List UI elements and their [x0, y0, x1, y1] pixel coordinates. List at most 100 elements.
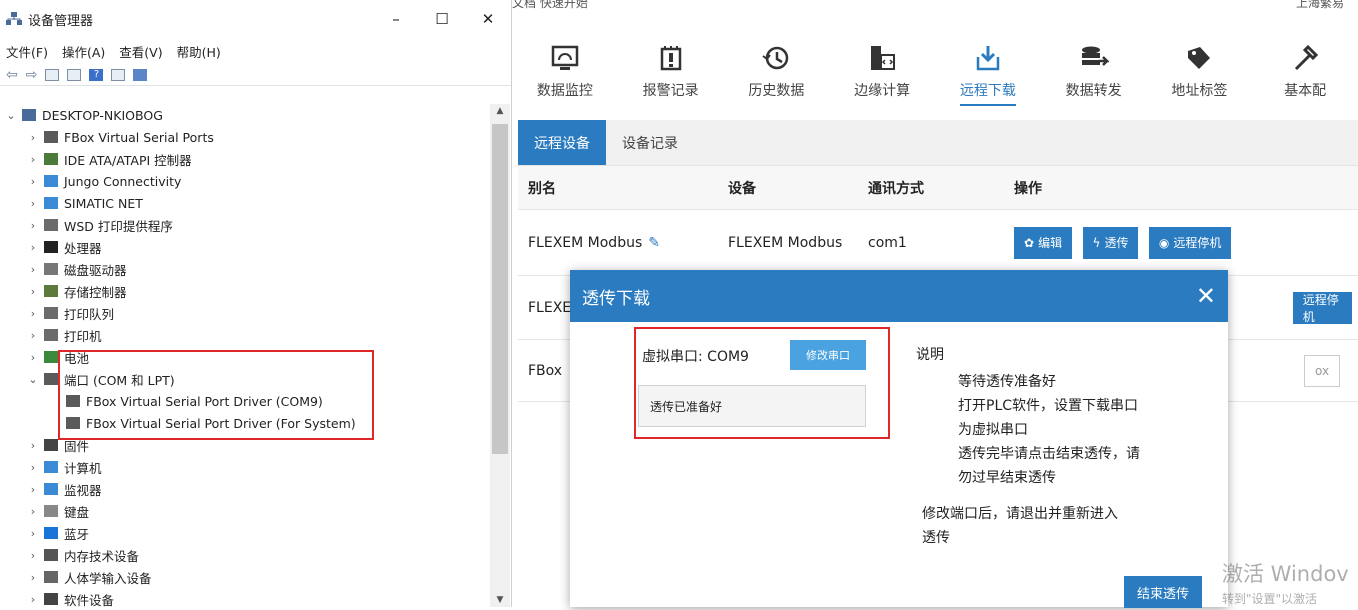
forward-arrow-icon[interactable]: ⇨	[26, 68, 38, 82]
chevron-right-icon[interactable]: ›	[26, 307, 40, 320]
box-button[interactable]: ox	[1304, 354, 1341, 387]
chevron-right-icon[interactable]: ›	[26, 527, 40, 540]
end-passthrough-button[interactable]: 结束透传	[1124, 576, 1202, 608]
tree-item[interactable]: FBox Virtual Serial Port Driver (For Sys…	[0, 412, 490, 434]
close-button[interactable]: ✕	[465, 4, 511, 34]
chevron-right-icon[interactable]: ›	[26, 439, 40, 452]
chevron-right-icon[interactable]: ›	[26, 131, 40, 144]
remote-download-icon	[973, 36, 1003, 80]
tree-root[interactable]: ⌄ DESKTOP-NKIOBOG	[0, 104, 490, 126]
nav-item[interactable]: 边缘计算	[829, 36, 935, 100]
view-icon[interactable]	[111, 68, 126, 81]
port-icon	[66, 395, 80, 407]
menu-file[interactable]: 文件(F)	[6, 42, 48, 61]
tree-item[interactable]: › 存储控制器	[0, 280, 490, 302]
modify-port-button[interactable]: 修改串口	[790, 340, 866, 370]
nav-item[interactable]: 远程下载	[935, 36, 1041, 106]
nav-item[interactable]: 报警记录	[618, 36, 724, 100]
vertical-scrollbar[interactable]: ▲ ▼	[490, 104, 510, 607]
tree-item[interactable]: › 打印队列	[0, 302, 490, 324]
chevron-right-icon[interactable]: ›	[26, 153, 40, 166]
nav-item[interactable]: 历史数据	[724, 36, 830, 100]
nav-item-label: 远程下载	[959, 80, 1016, 106]
maximize-button[interactable]: ☐	[419, 4, 465, 34]
chevron-down-icon[interactable]: ⌄	[26, 373, 40, 386]
tree-item[interactable]: › 人体学输入设备	[0, 566, 490, 588]
scan-hardware-icon[interactable]	[133, 68, 148, 81]
back-arrow-icon[interactable]: ⇦	[6, 68, 18, 82]
nav-item[interactable]: 基本配	[1252, 36, 1358, 100]
tree-item[interactable]: FBox Virtual Serial Port Driver (COM9)	[0, 390, 490, 412]
chevron-right-icon[interactable]: ›	[26, 219, 40, 232]
tree-item[interactable]: › 蓝牙	[0, 522, 490, 544]
nav-item[interactable]: 数据监控	[512, 36, 618, 100]
close-icon[interactable]: ✕	[1196, 284, 1216, 308]
chevron-right-icon[interactable]: ›	[26, 263, 40, 276]
tree-item-label: SIMATIC NET	[64, 195, 143, 211]
chevron-right-icon[interactable]: ›	[26, 505, 40, 518]
chevron-right-icon[interactable]: ›	[26, 351, 40, 364]
chevron-right-icon[interactable]: ›	[26, 329, 40, 342]
menu-view[interactable]: 查看(V)	[119, 42, 162, 61]
tree-item[interactable]: › 电池	[0, 346, 490, 368]
nav-item[interactable]: 数据转发	[1041, 36, 1147, 100]
chevron-right-icon[interactable]: ›	[26, 241, 40, 254]
toolbar: ⇦ ⇨ ?	[0, 64, 511, 86]
cpu-icon	[44, 241, 58, 253]
tree-item[interactable]: › 键盘	[0, 500, 490, 522]
hid-icon	[44, 571, 58, 583]
row-device: FLEXEM Modbus	[728, 234, 843, 251]
menu-action[interactable]: 操作(A)	[62, 42, 105, 61]
tree-item[interactable]: › WSD 打印提供程序	[0, 214, 490, 236]
tree-item[interactable]: › SIMATIC NET	[0, 192, 490, 214]
top-links[interactable]: 文档 快速开始	[512, 0, 588, 11]
remote-stop-button[interactable]: 远程停机	[1292, 291, 1352, 324]
tree-item[interactable]: › 固件	[0, 434, 490, 456]
activation-watermark: 激活 Windov 转到"设置"以激活	[1222, 562, 1349, 606]
company-name[interactable]: 上海繁易	[1296, 0, 1344, 11]
tree-item[interactable]: › 打印机	[0, 324, 490, 346]
tree-item[interactable]: › Jungo Connectivity	[0, 170, 490, 192]
scroll-thumb[interactable]	[492, 124, 508, 454]
edge-compute-icon	[867, 36, 897, 80]
edit-pencil-icon[interactable]: ✎	[648, 235, 660, 251]
scroll-up-icon[interactable]: ▲	[490, 106, 510, 116]
help-icon[interactable]: ?	[89, 68, 104, 81]
tree-root-label: DESKTOP-NKIOBOG	[42, 107, 163, 123]
chevron-right-icon[interactable]: ›	[26, 593, 40, 606]
tree-item[interactable]: › 计算机	[0, 456, 490, 478]
tree-item[interactable]: › 监视器	[0, 478, 490, 500]
tab-remote-devices[interactable]: 远程设备	[518, 120, 606, 165]
history-icon	[761, 36, 791, 80]
tree-item[interactable]: › IDE ATA/ATAPI 控制器	[0, 148, 490, 170]
menu-help[interactable]: 帮助(H)	[177, 42, 221, 61]
chevron-right-icon[interactable]: ›	[26, 571, 40, 584]
minimize-button[interactable]: –	[373, 4, 419, 34]
passthrough-button[interactable]: ϟ 透传	[1082, 226, 1139, 259]
chevron-right-icon[interactable]: ›	[26, 483, 40, 496]
chevron-right-icon[interactable]: ›	[26, 175, 40, 188]
tree-item-label: 键盘	[64, 504, 90, 520]
tree-item[interactable]: › 磁盘驱动器	[0, 258, 490, 280]
remote-stop-button[interactable]: ◉ 远程停机	[1148, 226, 1232, 259]
chevron-right-icon[interactable]: ›	[26, 549, 40, 562]
scroll-down-icon[interactable]: ▼	[490, 595, 510, 605]
tree-item[interactable]: › 处理器	[0, 236, 490, 258]
tree-item[interactable]: ⌄ 端口 (COM 和 LPT)	[0, 368, 490, 390]
tree-item-label: 人体学输入设备	[64, 570, 152, 586]
nav-item[interactable]: 地址标签	[1147, 36, 1253, 100]
chevron-down-icon[interactable]: ⌄	[4, 109, 18, 122]
tree-item-label: 监视器	[64, 482, 102, 498]
chevron-right-icon[interactable]: ›	[26, 461, 40, 474]
data-forward-icon	[1079, 36, 1109, 80]
update-driver-icon[interactable]	[67, 68, 82, 81]
stop-circle-icon: ◉	[1158, 235, 1170, 250]
chevron-right-icon[interactable]: ›	[26, 197, 40, 210]
chevron-right-icon[interactable]: ›	[26, 285, 40, 298]
header-comm: 通讯方式	[868, 180, 924, 197]
tree-item[interactable]: › FBox Virtual Serial Ports	[0, 126, 490, 148]
edit-button[interactable]: ✿ 编辑	[1014, 226, 1073, 259]
properties-icon[interactable]	[45, 68, 60, 81]
tree-item[interactable]: › 内存技术设备	[0, 544, 490, 566]
tab-device-records[interactable]: 设备记录	[606, 120, 694, 165]
